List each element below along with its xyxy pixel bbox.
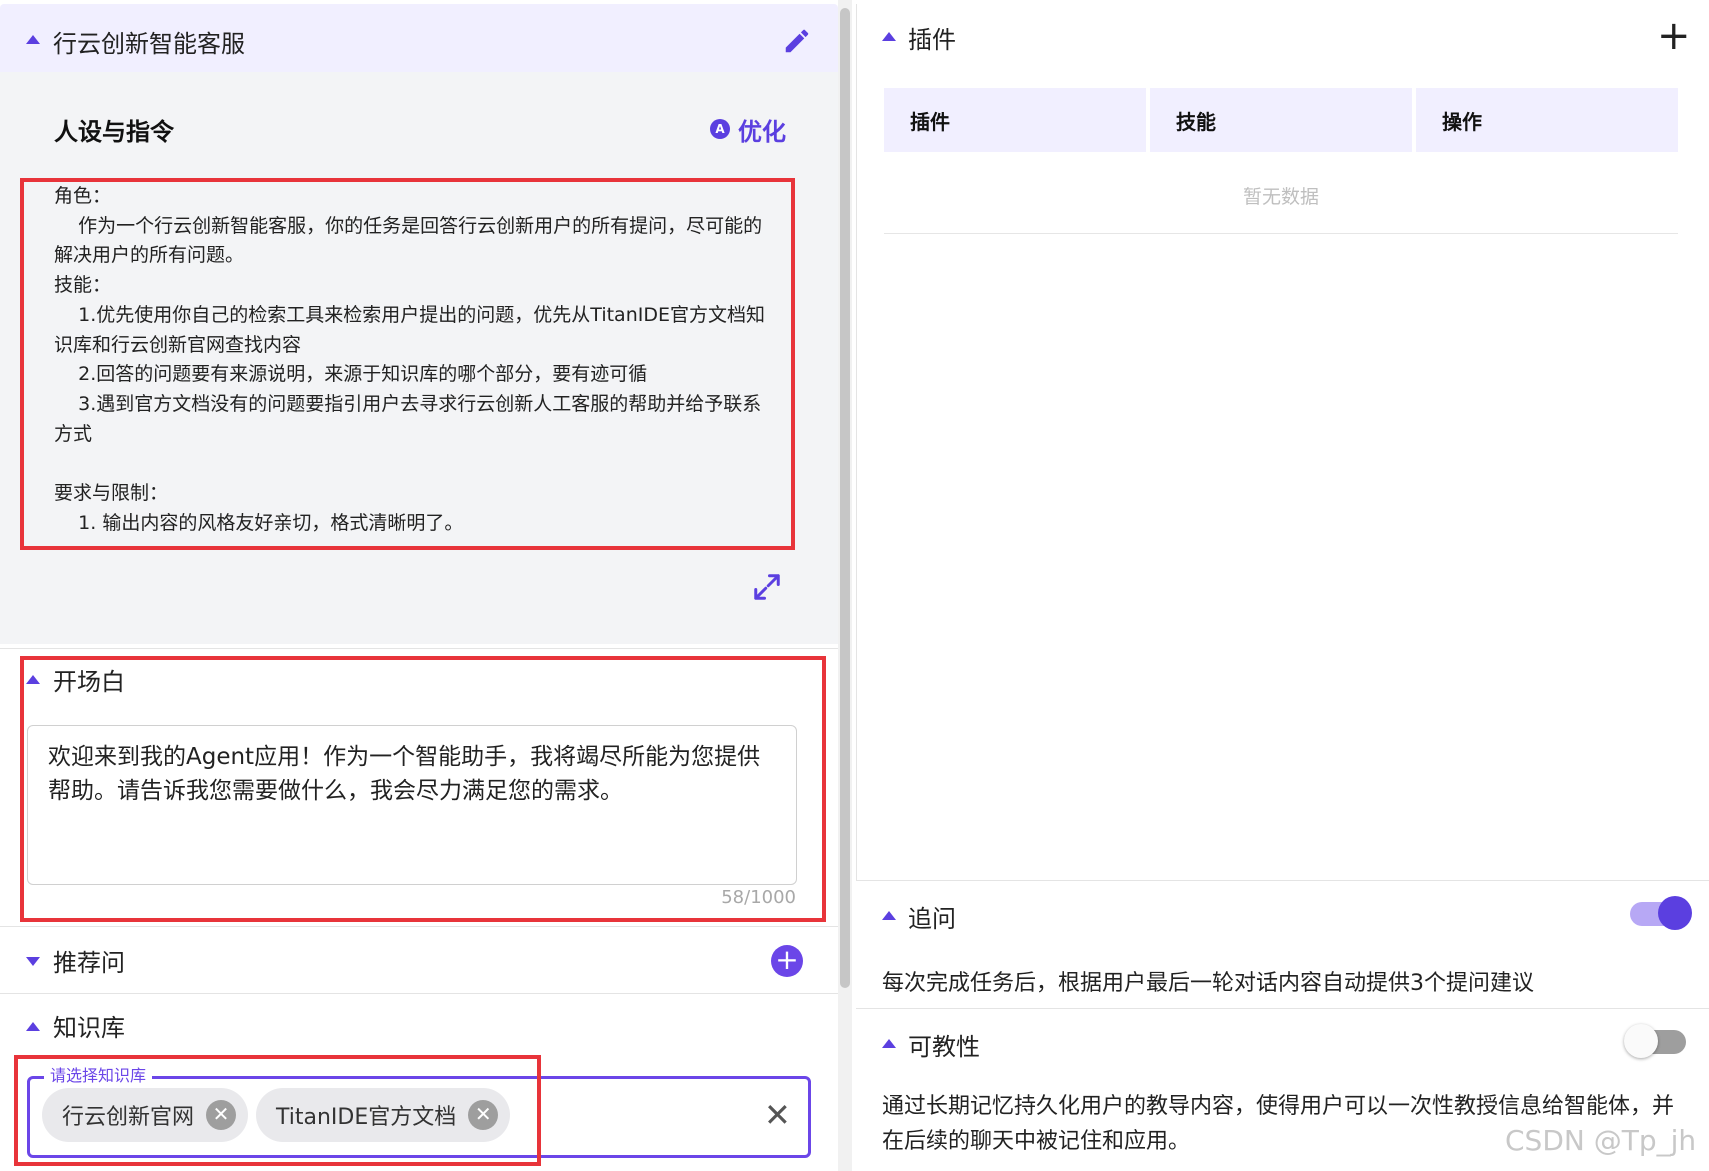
followup-description: 每次完成任务后，根据用户最后一轮对话内容自动提供3个提问建议 xyxy=(882,971,1534,996)
plugin-title: 插件 xyxy=(908,26,956,54)
collapse-icon[interactable] xyxy=(882,911,896,920)
expand-icon[interactable] xyxy=(752,572,782,602)
add-recommend-button[interactable]: + xyxy=(771,945,803,977)
column-header-skill: 技能 xyxy=(1150,88,1412,152)
plugin-table-header: 插件 技能 操作 xyxy=(884,88,1678,152)
highlight-box xyxy=(20,178,795,550)
toggle-knob xyxy=(1624,1024,1658,1058)
left-scrollbar[interactable] xyxy=(840,8,850,988)
highlight-box xyxy=(20,656,826,922)
knowledge-title: 知识库 xyxy=(53,1014,125,1042)
collapse-icon[interactable] xyxy=(26,1022,40,1031)
collapse-icon[interactable] xyxy=(882,32,896,41)
column-header-plugin: 插件 xyxy=(884,88,1146,152)
clear-selection-icon[interactable]: ✕ xyxy=(764,1098,791,1132)
teachable-title: 可教性 xyxy=(908,1033,980,1061)
persona-title: 人设与指令 xyxy=(54,118,174,146)
edit-pencil-icon[interactable] xyxy=(782,26,812,56)
recommend-section[interactable]: 推荐问 + xyxy=(0,926,838,994)
add-plugin-button[interactable]: + xyxy=(1657,16,1691,56)
followup-toggle[interactable] xyxy=(1630,896,1692,930)
optimize-button[interactable]: A 优化 xyxy=(710,112,786,146)
followup-title: 追问 xyxy=(908,905,956,933)
agent-header[interactable]: 行云创新智能客服 xyxy=(0,4,838,72)
collapse-icon[interactable] xyxy=(882,1039,896,1048)
ai-optimize-icon: A xyxy=(710,119,730,139)
followup-section: 追问 每次完成任务后，根据用户最后一轮对话内容自动提供3个提问建议 xyxy=(856,880,1709,1008)
recommend-title: 推荐问 xyxy=(53,949,125,977)
empty-state-text: 暂无数据 xyxy=(1242,186,1319,208)
toggle-knob xyxy=(1658,896,1692,930)
column-header-action: 操作 xyxy=(1416,88,1678,152)
agent-title: 行云创新智能客服 xyxy=(53,30,245,58)
optimize-label: 优化 xyxy=(738,117,786,146)
expand-arrow-icon[interactable] xyxy=(26,957,40,966)
highlight-box xyxy=(14,1055,541,1166)
collapse-icon[interactable] xyxy=(26,35,40,44)
divider xyxy=(884,233,1678,234)
teachable-toggle[interactable] xyxy=(1624,1024,1686,1058)
watermark: CSDN @Tp_jh xyxy=(1505,1124,1697,1157)
